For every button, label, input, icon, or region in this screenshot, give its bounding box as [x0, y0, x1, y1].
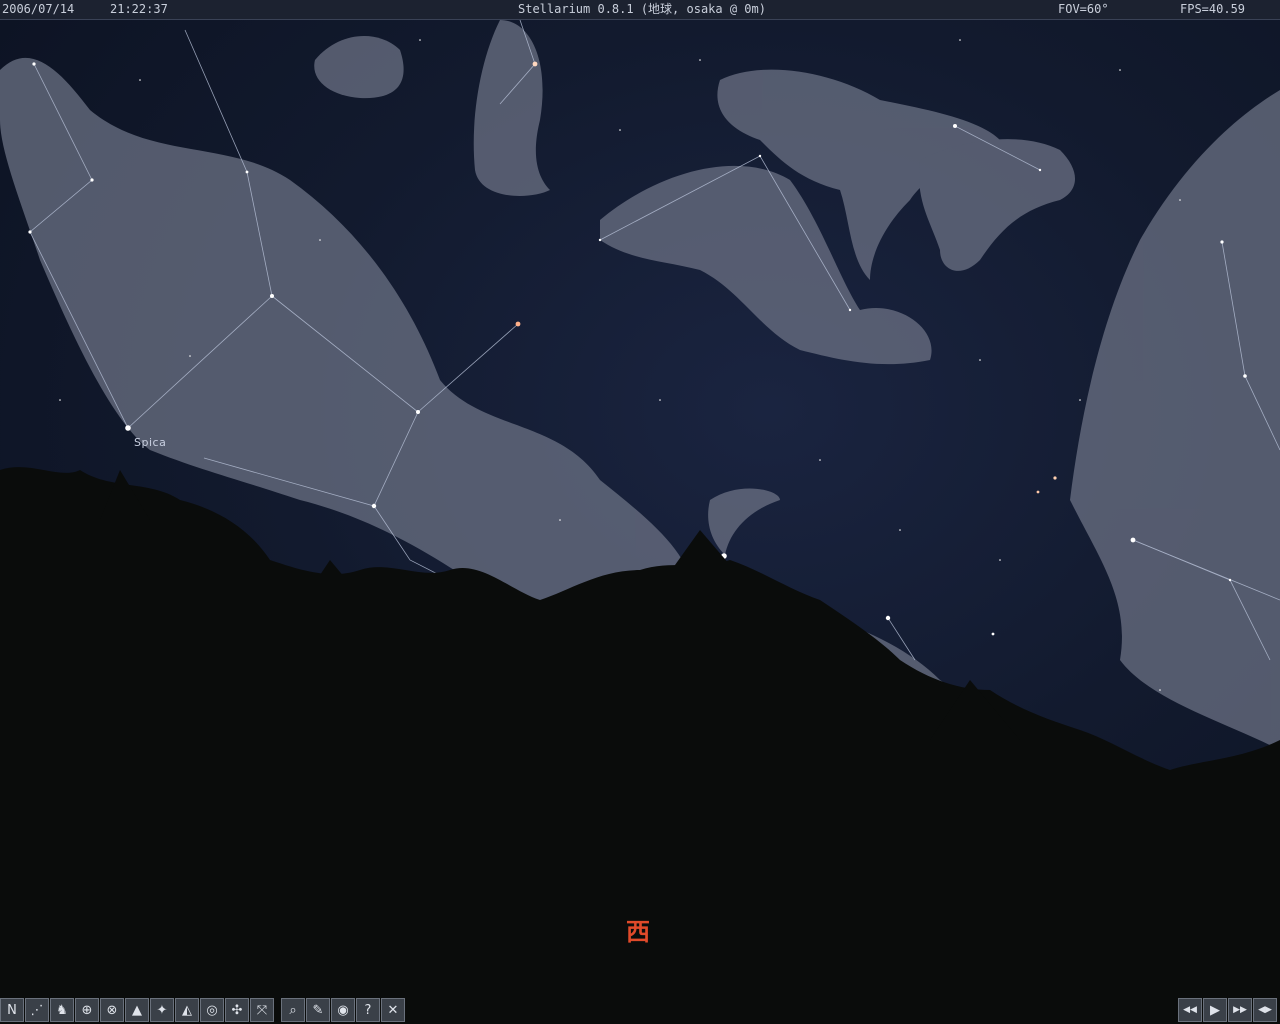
fps-display: FPS=40.59 — [1180, 2, 1246, 16]
sky-scene[interactable] — [0, 0, 1280, 1024]
azimuth-grid-button[interactable]: ⊕ — [75, 998, 99, 1022]
equatorial-grid-icon: ⊗ — [106, 1002, 118, 1018]
main-toolbar: N ⋰ ♞ ⊕ ⊗ ▲ ✦ ◭ ◎ ✣ ⤧ ⌕ ✎ ◉ ? ✕ — [0, 998, 406, 1024]
night-mode-button[interactable]: ◉ — [331, 998, 355, 1022]
star[interactable] — [90, 178, 94, 182]
date-display: 2006/07/14 — [2, 2, 75, 16]
rewind-button[interactable]: ◀◀ — [1178, 998, 1202, 1022]
planets-button[interactable]: ✣ — [225, 998, 249, 1022]
leg-figure — [473, 20, 550, 196]
star[interactable] — [125, 425, 131, 431]
star[interactable] — [416, 410, 420, 414]
quit-icon: ✕ — [387, 1002, 399, 1018]
app-title: Stellarium 0.8.1 (地球, osaka @ 0m) — [518, 2, 766, 16]
dog2-figure — [919, 139, 1075, 271]
equatorial-mount-icon: ⤧ — [256, 1002, 268, 1018]
night-mode-icon: ◉ — [337, 1002, 349, 1018]
help-button[interactable]: ? — [356, 998, 380, 1022]
search-icon: ⌕ — [289, 1002, 297, 1018]
ground-icon: ▲ — [132, 1002, 142, 1018]
star[interactable] — [28, 230, 32, 234]
ground-button[interactable]: ▲ — [125, 998, 149, 1022]
star[interactable] — [270, 294, 274, 298]
nebulas-button[interactable]: ◎ — [200, 998, 224, 1022]
quit-button[interactable]: ✕ — [381, 998, 405, 1022]
constellation-names-button[interactable]: ⋰ — [25, 998, 49, 1022]
real-time-button[interactable]: ◀▶ — [1253, 998, 1277, 1022]
fast-forward-button[interactable]: ▶▶ — [1228, 998, 1252, 1022]
time-display: 21:22:37 — [110, 2, 168, 16]
planets-icon: ✣ — [231, 1002, 243, 1018]
real-time-icon: ◀▶ — [1258, 1005, 1272, 1015]
atmosphere-icon: ◭ — [182, 1002, 192, 1018]
equatorial-mount-button[interactable]: ⤧ — [250, 998, 274, 1022]
star[interactable] — [245, 170, 249, 174]
star[interactable] — [1053, 476, 1057, 480]
star-label-spica: Spica — [134, 436, 167, 449]
cardinal-west-label: 西 — [626, 918, 650, 946]
azimuth-grid-icon: ⊕ — [81, 1002, 93, 1018]
cardinal-points-button[interactable]: ✦ — [150, 998, 174, 1022]
info-bar: 2006/07/14 21:22:37 Stellarium 0.8.1 (地球… — [0, 0, 1280, 20]
equatorial-grid-button[interactable]: ⊗ — [100, 998, 124, 1022]
star[interactable] — [1130, 537, 1136, 543]
scorpius-figure — [1070, 90, 1280, 750]
cardinal-points-icon: ✦ — [156, 1002, 168, 1018]
star[interactable] — [32, 62, 36, 66]
time-controls: ◀◀ ▶ ▶▶ ◀▶ — [1178, 998, 1278, 1024]
constellation-lines-button[interactable]: N — [0, 998, 24, 1022]
constellation-names-icon: ⋰ — [30, 1002, 44, 1018]
star[interactable] — [1220, 240, 1224, 244]
star[interactable] — [953, 124, 957, 128]
help-icon: ? — [364, 1002, 372, 1018]
nebulas-icon: ◎ — [206, 1002, 218, 1018]
search-button[interactable]: ⌕ — [281, 998, 305, 1022]
configuration-icon: ✎ — [312, 1002, 324, 1018]
serpent-tail-figure — [708, 488, 780, 555]
constellation-lines-icon: N — [7, 1002, 17, 1018]
fast-forward-icon: ▶▶ — [1233, 1005, 1247, 1015]
constellation-art-icon: ♞ — [56, 1002, 68, 1018]
configuration-button[interactable]: ✎ — [306, 998, 330, 1022]
fov-display: FOV=60° — [1058, 2, 1109, 16]
atmosphere-button[interactable]: ◭ — [175, 998, 199, 1022]
constellation-art-button[interactable]: ♞ — [50, 998, 74, 1022]
boot-figure — [314, 36, 404, 99]
play-button[interactable]: ▶ — [1203, 998, 1227, 1022]
play-icon: ▶ — [1210, 1002, 1220, 1018]
star[interactable] — [991, 632, 995, 636]
star[interactable] — [1036, 490, 1040, 494]
star[interactable] — [885, 615, 891, 621]
star[interactable] — [515, 321, 521, 327]
star[interactable] — [532, 61, 538, 67]
rewind-icon: ◀◀ — [1183, 1005, 1197, 1015]
star[interactable] — [1243, 374, 1247, 378]
star[interactable] — [371, 503, 377, 509]
